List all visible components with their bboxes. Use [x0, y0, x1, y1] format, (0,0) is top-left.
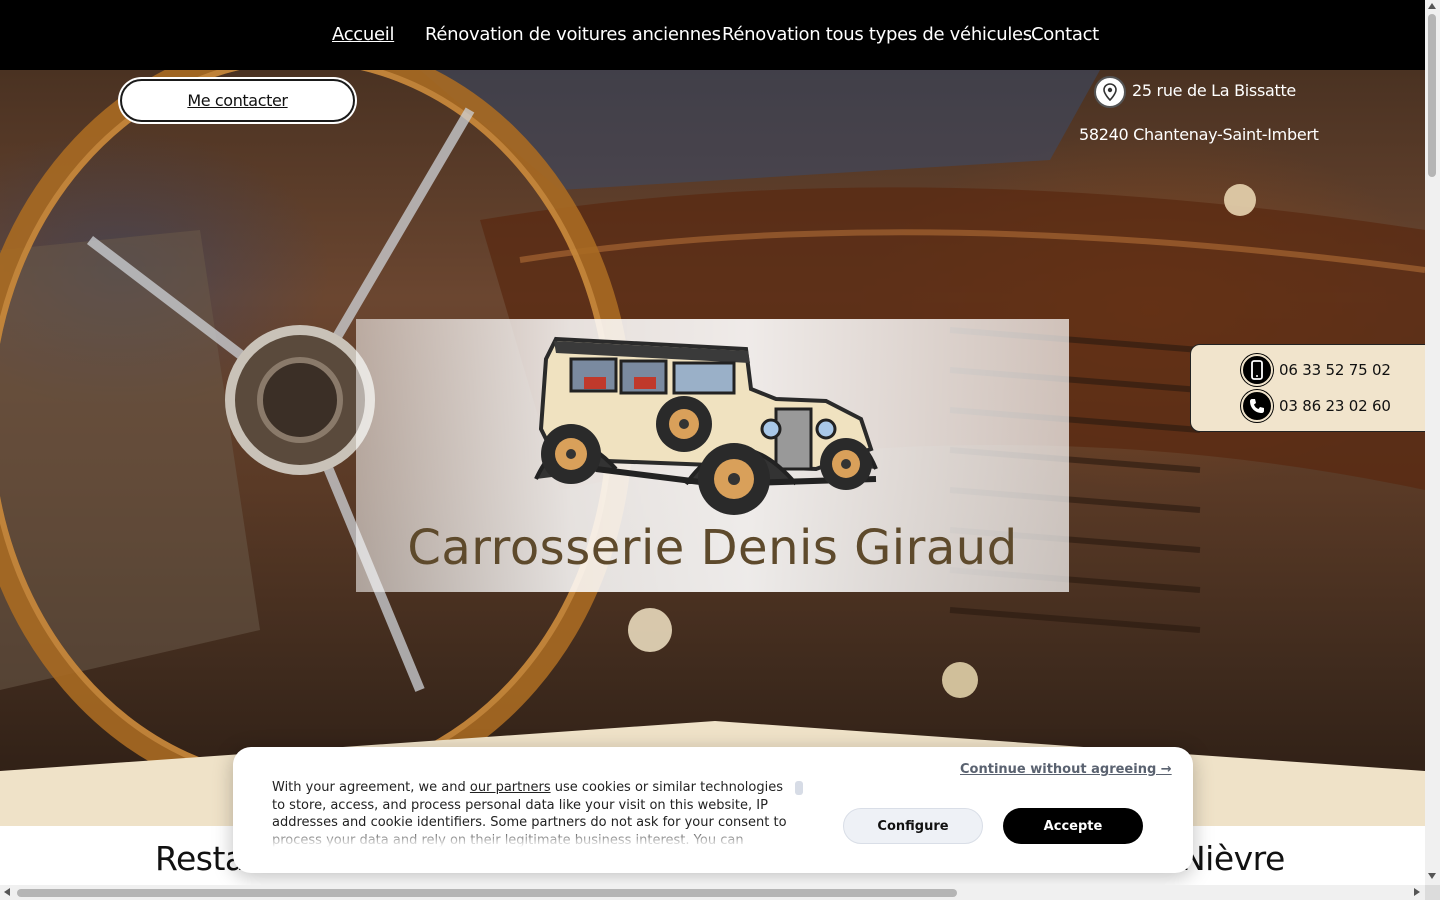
horizontal-scrollbar[interactable] [0, 885, 1425, 900]
section-heading-right: Nièvre [1181, 839, 1285, 878]
cookie-text-fade [263, 827, 803, 847]
nav-item-accueil[interactable]: Accueil [332, 24, 394, 45]
nav-item-renovation-tous-vehicules[interactable]: Rénovation tous types de véhicules [722, 24, 1032, 45]
cookie-text-scrollbar[interactable] [795, 781, 803, 795]
nav-item-contact[interactable]: Contact [1031, 24, 1099, 45]
our-partners-link[interactable]: our partners [470, 780, 551, 795]
address-city: 58240 Chantenay-Saint-Imbert [1079, 125, 1319, 144]
brand-logo-panel: Carrosserie Denis Giraud [356, 319, 1069, 592]
accept-button[interactable]: Accepte [1003, 808, 1143, 844]
hero-section: Me contacter 25 rue de La Bissatte 58240… [0, 70, 1425, 826]
scroll-left-arrow-icon[interactable] [4, 888, 10, 896]
configure-button[interactable]: Configure [843, 808, 983, 844]
section-heading-left: Resta [155, 839, 245, 878]
vertical-scrollbar[interactable] [1425, 0, 1440, 885]
scroll-up-arrow-icon[interactable] [1428, 3, 1436, 9]
phone-landline-number[interactable]: 03 86 23 02 60 [1279, 397, 1391, 415]
top-nav: Accueil Rénovation de voitures anciennes… [0, 0, 1425, 70]
phone-mobile-number[interactable]: 06 33 52 75 02 [1279, 361, 1391, 379]
address-street: 25 rue de La Bissatte [1132, 81, 1296, 100]
vertical-scroll-thumb[interactable] [1428, 14, 1436, 177]
scrollbar-corner [1425, 885, 1440, 900]
horizontal-scroll-thumb[interactable] [17, 889, 957, 897]
phone-row-mobile[interactable]: 06 33 52 75 02 [1241, 354, 1391, 386]
phone-row-landline[interactable]: 03 86 23 02 60 [1241, 390, 1391, 422]
mobile-phone-icon [1241, 354, 1273, 386]
scroll-down-arrow-icon[interactable] [1428, 873, 1436, 879]
cookie-consent-banner: With your agreement, we and our partners… [233, 747, 1193, 873]
cookie-text-prefix: With your agreement, we and [272, 780, 470, 795]
phone-numbers-panel: 06 33 52 75 02 03 86 23 02 60 [1190, 344, 1425, 432]
vintage-car-illustration [534, 336, 878, 515]
nav-item-renovation-voitures-anciennes[interactable]: Rénovation de voitures anciennes [425, 24, 721, 45]
phone-handset-icon [1241, 390, 1273, 422]
location-pin-icon [1094, 76, 1126, 108]
brand-title: Carrosserie Denis Giraud [407, 520, 1018, 576]
continue-without-agreeing-link[interactable]: Continue without agreeing → [960, 762, 1172, 777]
scroll-right-arrow-icon[interactable] [1414, 888, 1420, 896]
contact-me-button[interactable]: Me contacter [120, 79, 355, 122]
